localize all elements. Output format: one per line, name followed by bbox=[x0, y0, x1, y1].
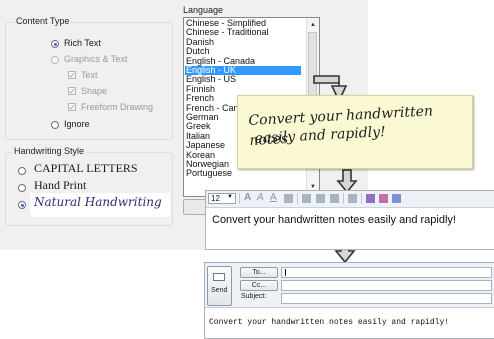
text-checkbox[interactable]: ✓ bbox=[68, 71, 76, 80]
handwriting-style-title: Handwriting Style bbox=[12, 146, 87, 156]
rich-text-label: Rich Text bbox=[64, 38, 101, 48]
language-item[interactable]: Japanese bbox=[186, 141, 225, 150]
send-label: Send bbox=[211, 287, 228, 294]
to-button[interactable]: To... bbox=[240, 267, 278, 278]
scroll-up-icon[interactable]: ▲ bbox=[310, 22, 316, 28]
toolbar-separator bbox=[361, 193, 362, 204]
language-item[interactable]: Dutch bbox=[186, 47, 210, 56]
hand-print-radio[interactable] bbox=[18, 184, 26, 192]
align-center-icon[interactable] bbox=[316, 194, 325, 203]
language-item[interactable]: French bbox=[186, 94, 214, 103]
language-title: Language bbox=[183, 5, 224, 15]
handwritten-note: Convert your handwritten notes easily an… bbox=[237, 95, 473, 169]
font-italic-icon[interactable]: A bbox=[257, 192, 264, 203]
freeform-label: Freeform Drawing bbox=[81, 102, 154, 112]
graphics-text-label: Graphics & Text bbox=[64, 54, 128, 64]
email-compose: Send To... Cc... Subject: Convert your h… bbox=[204, 262, 494, 339]
cc-button[interactable]: Cc... bbox=[240, 280, 278, 291]
hand-print-label: Hand Print bbox=[34, 178, 87, 192]
email-header: Send To... Cc... Subject: bbox=[205, 263, 494, 308]
font-underline-icon[interactable]: A bbox=[270, 192, 277, 203]
to-field[interactable] bbox=[281, 267, 492, 278]
text-cursor bbox=[285, 269, 286, 276]
ignore-label: Ignore bbox=[64, 119, 90, 129]
font-color-icon[interactable]: A bbox=[244, 192, 251, 203]
envelope-icon bbox=[213, 273, 225, 281]
align-left-icon[interactable] bbox=[302, 194, 311, 203]
insert-object-icon[interactable] bbox=[379, 194, 388, 203]
content-type-title: Content Type bbox=[14, 16, 72, 26]
editor-text[interactable]: Convert your handwritten notes easily an… bbox=[212, 214, 456, 226]
font-size-select[interactable]: 12 ▼ bbox=[208, 193, 236, 204]
insert-picture-icon[interactable] bbox=[366, 194, 375, 203]
toolbar-separator bbox=[297, 193, 298, 204]
graphics-text-radio[interactable] bbox=[51, 56, 59, 64]
align-right-icon[interactable] bbox=[330, 194, 339, 203]
chevron-down-icon[interactable]: ▼ bbox=[227, 194, 233, 200]
font-size-value: 12 bbox=[211, 194, 220, 203]
text-editor: 12 ▼ A A A Convert your handwritten note… bbox=[205, 190, 494, 250]
capital-letters-label: CAPITAL LETTERS bbox=[34, 161, 138, 175]
toolbar-separator bbox=[239, 193, 240, 204]
editor-toolbar: 12 ▼ A A A bbox=[206, 191, 494, 208]
language-item[interactable]: Portuguese bbox=[186, 169, 232, 178]
natural-handwriting-label: Natural Handwriting bbox=[34, 195, 162, 209]
highlight-icon[interactable] bbox=[284, 194, 293, 203]
rich-text-radio[interactable] bbox=[51, 40, 59, 48]
insert-link-icon[interactable] bbox=[392, 194, 401, 203]
list-icon[interactable] bbox=[348, 194, 357, 203]
toolbar-separator bbox=[343, 193, 344, 204]
natural-handwriting-radio[interactable] bbox=[18, 201, 26, 209]
shape-checkbox[interactable]: ✓ bbox=[68, 87, 76, 96]
subject-field[interactable] bbox=[281, 293, 492, 304]
cc-field[interactable] bbox=[281, 280, 492, 291]
shape-label: Shape bbox=[81, 86, 108, 96]
subject-label: Subject: bbox=[241, 293, 267, 300]
send-button[interactable]: Send bbox=[207, 266, 232, 306]
email-body[interactable]: Convert your handwritten notes easily an… bbox=[209, 318, 449, 327]
capital-letters-radio[interactable] bbox=[18, 167, 26, 175]
ignore-radio[interactable] bbox=[51, 121, 59, 129]
text-label: Text bbox=[81, 70, 98, 80]
freeform-checkbox[interactable]: ✓ bbox=[68, 103, 76, 112]
